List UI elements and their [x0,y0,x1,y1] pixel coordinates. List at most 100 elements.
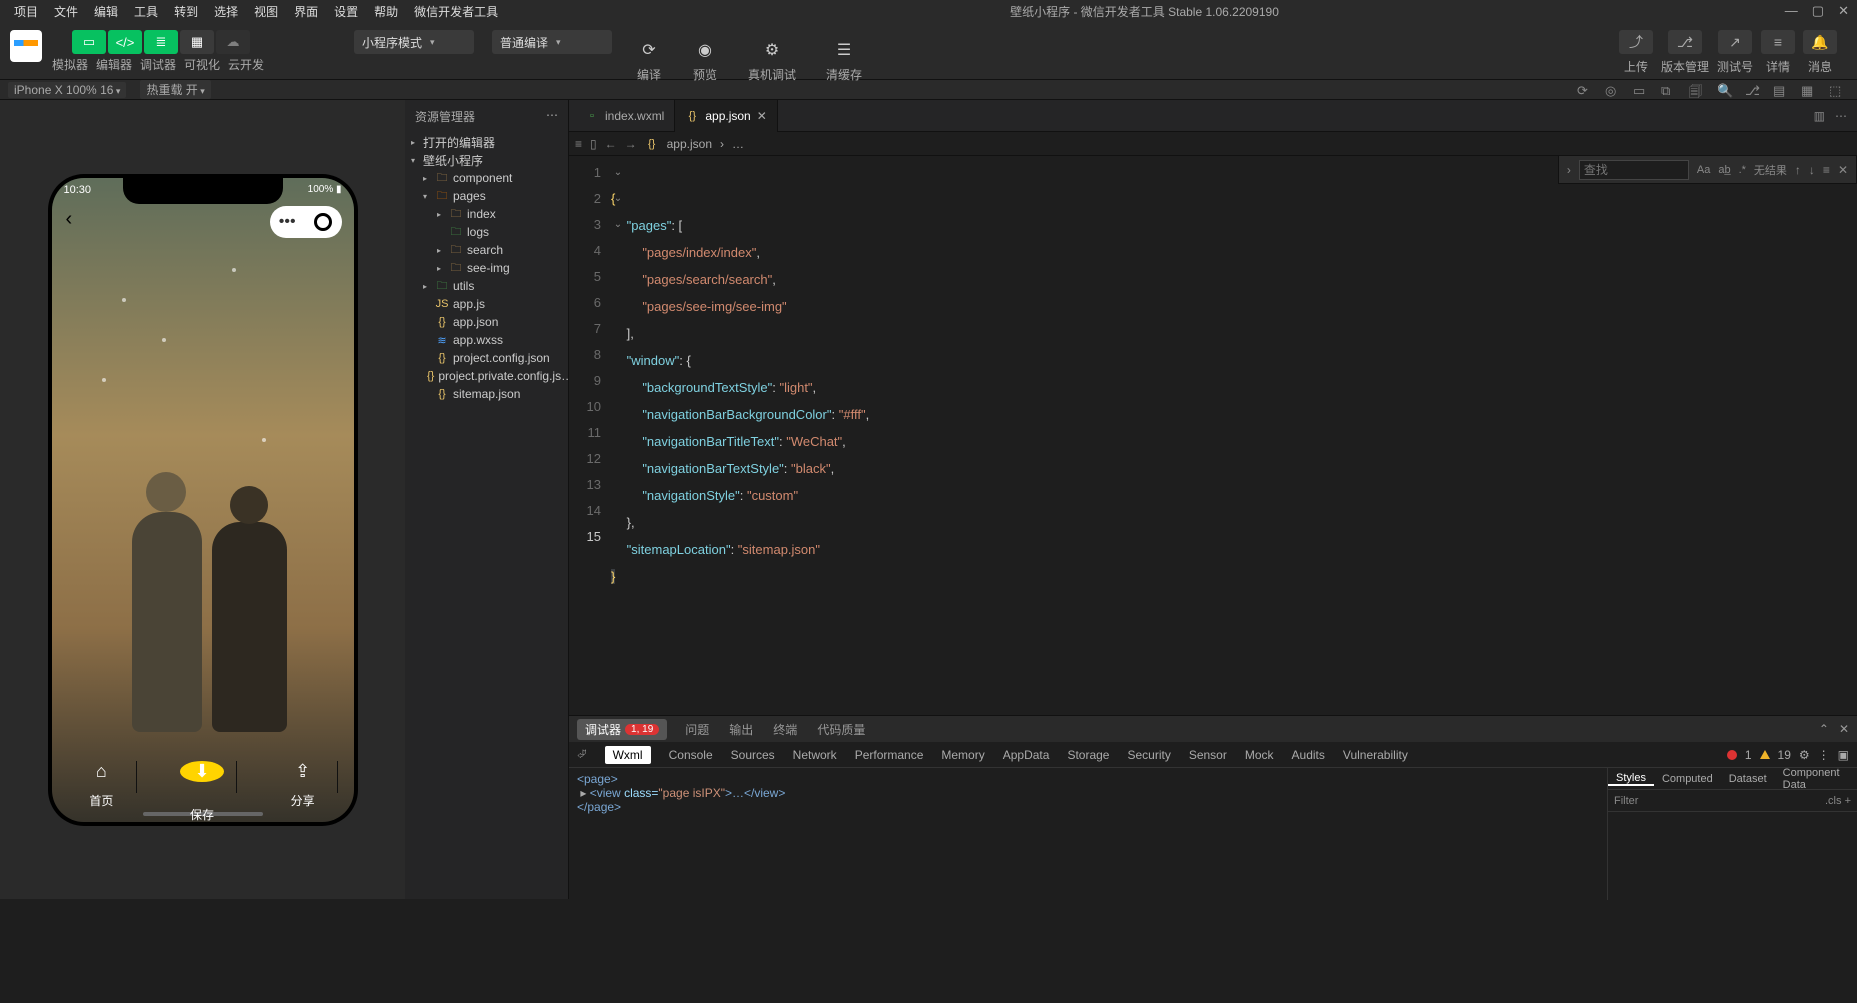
bottom-tab-output[interactable]: 输出 [727,721,755,738]
styles-tab-dataset[interactable]: Dataset [1721,773,1775,785]
menu-help[interactable]: 帮助 [368,1,404,22]
cloud-dev-toggle[interactable]: ☁ [216,30,250,54]
simulator-toggle[interactable]: ▭ [72,30,106,54]
styles-tab-styles[interactable]: Styles [1608,772,1654,786]
menu-file[interactable]: 文件 [48,1,84,22]
extensions-icon[interactable]: ⬚ [1829,83,1843,97]
opened-editors-section[interactable]: ▸打开的编辑器 [405,133,568,151]
compile-select[interactable]: 普通编译 [492,30,612,54]
devtab-memory[interactable]: Memory [941,748,984,762]
bottom-tab-terminal[interactable]: 终端 [771,721,799,738]
styles-tab-computed[interactable]: Computed [1654,773,1721,785]
remote-debug-icon[interactable]: ⚙ [759,38,785,62]
minimize-icon[interactable]: — [1785,3,1798,19]
hot-reload-select[interactable]: 热重载 开 [140,80,210,99]
warning-indicator-icon[interactable] [1760,750,1770,759]
devtab-wxml[interactable]: Wxml [605,746,651,764]
devtools-dock-icon[interactable]: ▣ [1838,748,1849,762]
folder-logs[interactable]: 🗀logs [405,223,568,241]
close-miniprogram-icon[interactable] [314,213,332,231]
panel-close-icon[interactable]: ✕ [1839,722,1849,736]
file-project-private-config[interactable]: {}project.private.config.js… [405,367,568,385]
close-icon[interactable]: ✕ [1838,3,1849,19]
editor-body[interactable]: 123456789101112131415 ⌄⌄⌄ { "pages": [ "… [569,156,1857,715]
record-icon[interactable]: ◎ [1605,83,1619,97]
folder-pages[interactable]: ▾🗀pages [405,187,568,205]
refresh-icon[interactable]: ⟳ [1577,83,1591,97]
file-project-config[interactable]: {}project.config.json [405,349,568,367]
tab-app-json[interactable]: {}app.json✕ [675,100,777,132]
bottom-tab-quality[interactable]: 代码质量 [815,721,867,738]
device-select[interactable]: iPhone X 100% 16 [8,82,126,98]
visual-toggle[interactable]: ▦ [180,30,214,54]
find-in-selection-icon[interactable]: ≡ [1823,163,1830,177]
error-indicator-icon[interactable] [1727,750,1737,760]
more-icon[interactable]: ••• [279,214,296,230]
panel-collapse-icon[interactable]: ⌃ [1819,722,1829,736]
devtab-security[interactable]: Security [1127,748,1170,762]
match-case-icon[interactable]: Aa [1697,164,1710,176]
menu-edit[interactable]: 编辑 [88,1,124,22]
breadcrumb-forward-icon[interactable]: → [625,137,637,151]
find-input[interactable] [1579,160,1689,180]
find-close-icon[interactable]: ✕ [1838,163,1848,177]
phone-screen[interactable]: 10:30 100% ▮ ‹ ••• ⌂首页 ⬇保存 ⇪分享 [52,178,354,822]
device-icon[interactable]: ▭ [1633,83,1647,97]
devtab-performance[interactable]: Performance [855,748,924,762]
popout-icon[interactable]: ⧉ [1661,83,1675,97]
menu-settings[interactable]: 设置 [328,1,364,22]
clear-cache-icon[interactable]: ☰ [831,38,857,62]
menu-project[interactable]: 项目 [8,1,44,22]
version-mgmt-icon[interactable]: ⎇ [1668,30,1702,54]
download-icon[interactable]: ⬇ [180,761,224,782]
new-style-rule-icon[interactable]: + [1845,795,1851,807]
devtab-mock[interactable]: Mock [1245,748,1274,762]
mode-select[interactable]: 小程序模式 [354,30,474,54]
preview-icon[interactable]: ◉ [692,38,718,62]
devtab-appdata[interactable]: AppData [1003,748,1050,762]
project-root[interactable]: ▾壁纸小程序 [405,151,568,169]
editor-toggle[interactable]: </> [108,30,142,54]
folder-see-img[interactable]: ▸🗀see-img [405,259,568,277]
styles-tab-component-data[interactable]: Component Data [1775,767,1857,791]
breadcrumb-back-icon[interactable]: ← [605,137,617,151]
compile-icon[interactable]: ⟳ [636,38,662,62]
upload-icon[interactable]: ⤴ [1619,30,1653,54]
file-app-wxss[interactable]: ≋app.wxss [405,331,568,349]
debugger-toggle[interactable]: ≣ [144,30,178,54]
explorer-more-icon[interactable]: ⋯ [546,108,558,125]
devtab-console[interactable]: Console [669,748,713,762]
split-editor-icon[interactable]: ▥ [1814,109,1825,123]
menu-tools[interactable]: 工具 [128,1,164,22]
wxml-tree[interactable]: <page> ▸ <view class="page isIPX">…</vie… [569,768,1607,900]
find-expand-icon[interactable]: › [1567,163,1571,177]
find-next-icon[interactable]: ↓ [1809,163,1815,177]
bottom-tab-debugger[interactable]: 调试器1, 19 [577,719,667,740]
breadcrumb-list-icon[interactable]: ≡ [575,137,582,151]
tab-index-wxml[interactable]: ▫index.wxml [575,100,675,132]
devtab-sensor[interactable]: Sensor [1189,748,1227,762]
breadcrumb-rest[interactable]: … [732,137,744,151]
styles-filter-input[interactable]: Filter [1614,795,1638,807]
test-account-icon[interactable]: ↗ [1718,30,1752,54]
files-icon[interactable]: 🗐 [1689,83,1703,97]
whole-word-icon[interactable]: ab̲ [1718,164,1730,176]
inspect-element-icon[interactable]: ⮰ [577,747,587,762]
bottom-tab-problems[interactable]: 问题 [683,721,711,738]
cls-toggle[interactable]: .cls [1825,795,1842,807]
devtools-more-icon[interactable]: ⋮ [1818,748,1830,762]
maximize-icon[interactable]: ▢ [1812,3,1824,19]
menu-view[interactable]: 视图 [248,1,284,22]
menu-ui[interactable]: 界面 [288,1,324,22]
file-app-js[interactable]: JSapp.js [405,295,568,313]
devtab-network[interactable]: Network [793,748,837,762]
devtab-sources[interactable]: Sources [731,748,775,762]
grid-icon[interactable]: ▦ [1801,83,1815,97]
folder-component[interactable]: ▸🗀component [405,169,568,187]
close-tab-icon[interactable]: ✕ [757,109,767,123]
tab-home[interactable]: ⌂首页 [67,761,137,793]
details-icon[interactable]: ≡ [1761,30,1795,54]
folder-index[interactable]: ▸🗀index [405,205,568,223]
file-sitemap-json[interactable]: {}sitemap.json [405,385,568,403]
file-app-json[interactable]: {}app.json [405,313,568,331]
